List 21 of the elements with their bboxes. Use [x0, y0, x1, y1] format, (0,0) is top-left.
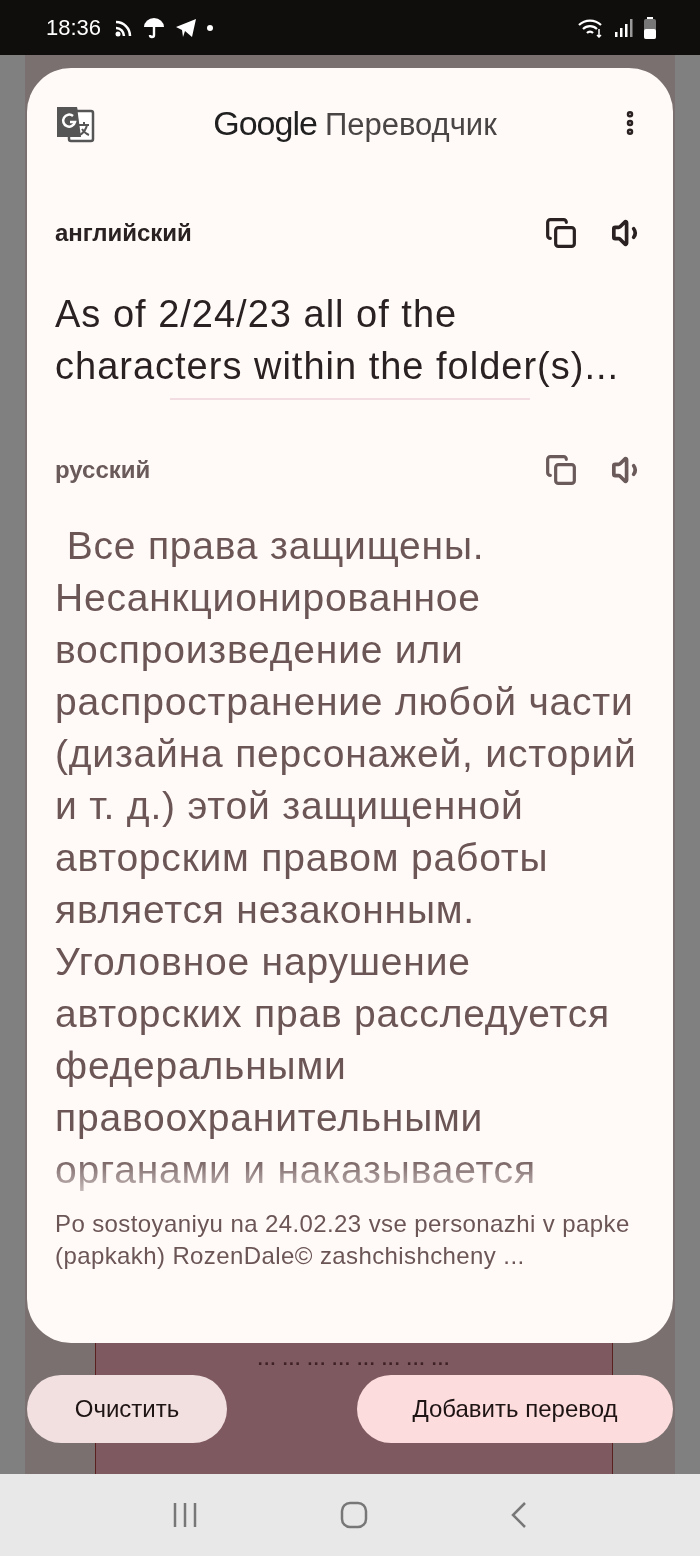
add-translation-button[interactable]: Добавить перевод [357, 1375, 673, 1443]
cast-icon [115, 18, 134, 37]
send-icon [175, 17, 198, 38]
battery-icon [644, 16, 656, 39]
transliteration-text: Po sostoyaniyu na 24.02.23 vse personazhi v papke (papkakh) RozenDale© zashchishcheny ... [55, 1209, 631, 1271]
signal-icon [614, 17, 634, 38]
status-time: 18:36 [46, 14, 102, 41]
home-icon[interactable] [340, 1501, 368, 1529]
brand-logo: Google [213, 103, 317, 143]
copy-icon[interactable] [545, 454, 577, 486]
source-language: английский [55, 219, 193, 247]
dot-icon [207, 24, 214, 31]
source-text: As of 2/24/23 all of the characters within the folder(s)... [55, 292, 621, 389]
clear-button[interactable]: Очистить [27, 1375, 227, 1443]
copy-icon[interactable] [545, 217, 577, 249]
umbrella-icon [143, 16, 166, 39]
app-title: Переводчик [324, 106, 497, 143]
background-text: ... ... ... ... ... ... ... ... [257, 1351, 451, 1369]
translation-text: Все права защищены. Несанкционированное воспроизведение или распространение любой части (дизайна персонажей, историй и т. д.) этой защищенной авторским правом работы является незаконным. Уголовное нарушение авторских прав расследуется федеральными правоохранительными органами и наказывается [55, 523, 638, 1193]
target-language: русский [55, 456, 152, 484]
wifi-icon [578, 17, 604, 38]
